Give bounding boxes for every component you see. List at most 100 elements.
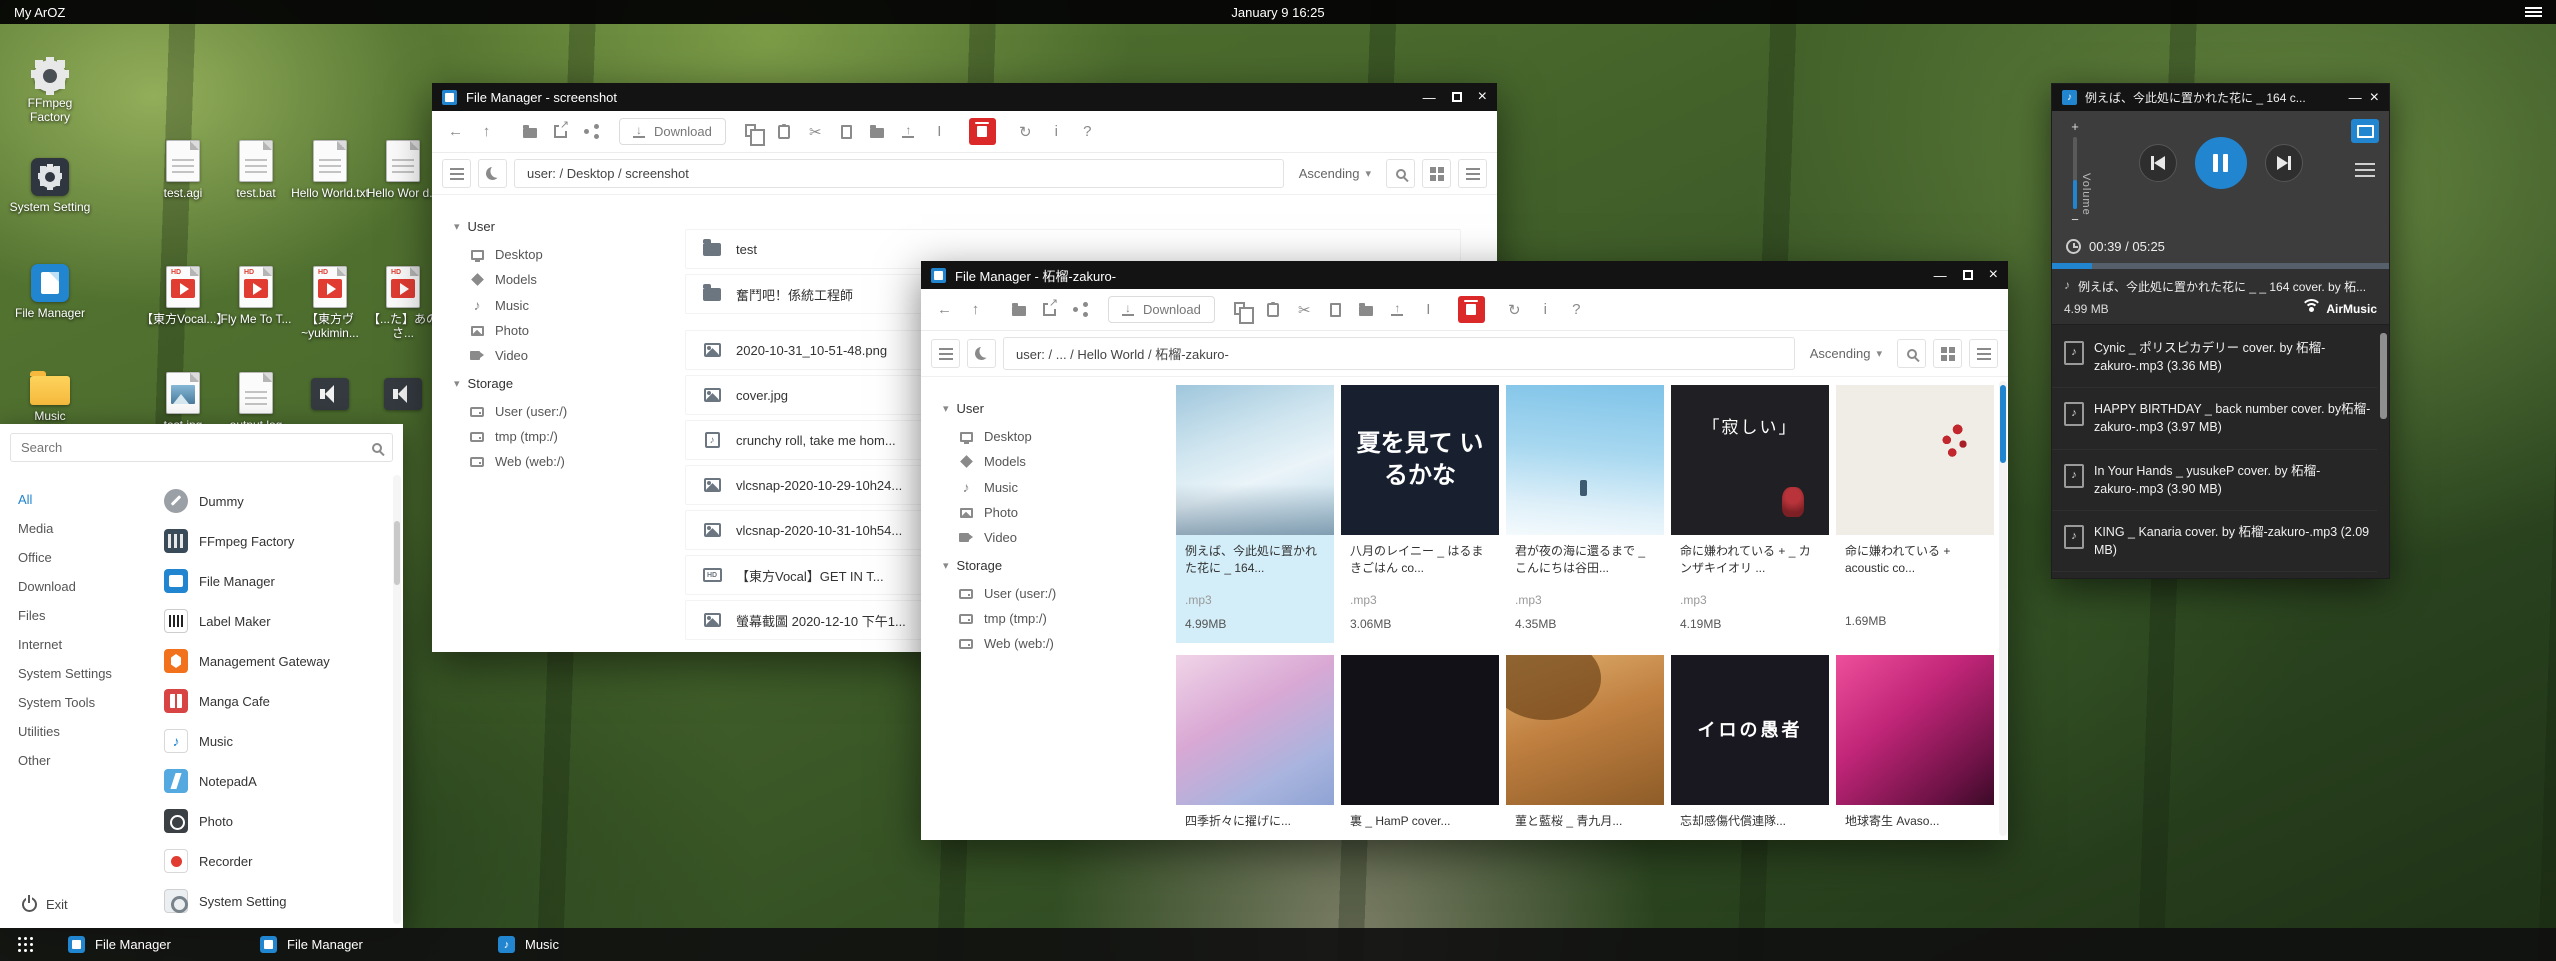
cut-button[interactable]: ✂	[802, 118, 829, 145]
share-button[interactable]	[1067, 296, 1094, 323]
sidebar-item-tmp-drive[interactable]: tmp (tmp:/)	[943, 606, 1166, 631]
category-download[interactable]: Download	[18, 572, 150, 601]
theme-toggle-button[interactable]	[478, 159, 507, 188]
download-button[interactable]: ↓ Download	[619, 118, 726, 145]
cast-button[interactable]	[2351, 119, 2379, 143]
trash-button[interactable]	[969, 118, 996, 145]
sidebar-item-tmp-drive[interactable]: tmp (tmp:/)	[454, 424, 677, 449]
close-button[interactable]: ×	[1478, 89, 1487, 105]
maximize-button[interactable]	[1963, 270, 1973, 280]
launcher-app-manga-cafe[interactable]: Manga Cafe	[156, 681, 389, 721]
menu-icon[interactable]	[2525, 5, 2542, 19]
up-button[interactable]: ↑	[473, 118, 500, 145]
volume-down-icon[interactable]: −	[2071, 212, 2079, 227]
scrollbar[interactable]	[393, 475, 401, 924]
sidebar-section-user[interactable]: ▾User	[943, 401, 1166, 416]
launcher-app-photo[interactable]: Photo	[156, 801, 389, 841]
sidebar-section-user[interactable]: ▾User	[454, 219, 677, 234]
launcher-app-music[interactable]: ♪Music	[156, 721, 389, 761]
back-button[interactable]: ←	[442, 118, 469, 145]
sidebar-item-photo[interactable]: Photo	[454, 318, 677, 343]
paste-button[interactable]	[771, 118, 798, 145]
scrollbar-thumb[interactable]	[2380, 333, 2387, 419]
taskbar-task-file-manager-2[interactable]: File Manager	[246, 928, 424, 961]
open-button[interactable]	[516, 118, 543, 145]
upload-button[interactable]: ↑	[1384, 296, 1411, 323]
desktop-file-test-bat[interactable]: test.bat	[214, 140, 298, 200]
file-tile-selected[interactable]: 例えば、今此処に置かれた花に _ 164... .mp3 4.99MB	[1176, 385, 1334, 643]
category-utilities[interactable]: Utilities	[18, 717, 150, 746]
desktop-icon-music-folder[interactable]: Music	[8, 366, 92, 423]
sidebar-section-storage[interactable]: ▾Storage	[943, 558, 1166, 573]
minimize-button[interactable]: —	[1934, 269, 1947, 282]
category-office[interactable]: Office	[18, 543, 150, 572]
upload-button[interactable]: ↑	[895, 118, 922, 145]
copy-button[interactable]	[1229, 296, 1256, 323]
info-button[interactable]: i	[1532, 296, 1559, 323]
cut-button[interactable]: ✂	[1291, 296, 1318, 323]
sidebar-item-music[interactable]: ♪Music	[454, 292, 677, 318]
file-tile[interactable]: 裏 _ HamP cover...	[1341, 655, 1499, 840]
sidebar-item-user-drive[interactable]: User (user:/)	[943, 581, 1166, 606]
desktop-icon-system-setting[interactable]: System Setting	[8, 156, 92, 214]
theme-toggle-button[interactable]	[967, 339, 996, 368]
sidebar-toggle-button[interactable]	[442, 159, 471, 188]
sidebar-item-photo[interactable]: Photo	[943, 500, 1166, 525]
new-file-button[interactable]	[833, 118, 860, 145]
file-tile[interactable]: 命に嫌われている + acoustic co... 1.69MB	[1836, 385, 1994, 643]
seek-bar[interactable]	[2052, 263, 2389, 269]
launcher-app-system-setting[interactable]: System Setting	[156, 881, 389, 921]
launcher-app-management-gateway[interactable]: Management Gateway	[156, 641, 389, 681]
refresh-button[interactable]: ↻	[1012, 118, 1039, 145]
launcher-app-recorder[interactable]: Recorder	[156, 841, 389, 881]
desktop-file-audio-1[interactable]	[288, 372, 372, 410]
open-button[interactable]	[1005, 296, 1032, 323]
sidebar-toggle-button[interactable]	[931, 339, 960, 368]
file-tile[interactable]: 菫と藍桜 _ 青九月...	[1506, 655, 1664, 840]
exit-button[interactable]: Exit	[16, 893, 74, 916]
maximize-button[interactable]	[1452, 92, 1462, 102]
window-titlebar[interactable]: File Manager - 柘榴-zakuro- — ×	[921, 261, 2008, 289]
sidebar-item-music[interactable]: ♪Music	[943, 474, 1166, 500]
app-launcher-button[interactable]	[10, 928, 40, 961]
launcher-app-file-manager[interactable]: File Manager	[156, 561, 389, 601]
file-tile[interactable]: 「寂しい」 命に嫌われている + _ カンザキイオリ ... .mp3 4.19…	[1671, 385, 1829, 643]
sidebar-item-video[interactable]: Video	[943, 525, 1166, 550]
volume-up-icon[interactable]: +	[2071, 119, 2079, 134]
desktop-file-video-2[interactable]: HD Fly Me To T...	[214, 266, 298, 326]
category-internet[interactable]: Internet	[18, 630, 150, 659]
sidebar-item-user-drive[interactable]: User (user:/)	[454, 399, 677, 424]
open-in-new-button[interactable]: ↗	[547, 118, 574, 145]
window-titlebar[interactable]: File Manager - screenshot — ×	[432, 83, 1497, 111]
list-view-button[interactable]	[1458, 159, 1487, 188]
sort-dropdown[interactable]: Ascending ▾	[1802, 346, 1890, 361]
file-tile[interactable]: 地球寄生 Avaso...	[1836, 655, 1994, 840]
rename-button[interactable]: I	[1415, 296, 1442, 323]
refresh-button[interactable]: ↻	[1501, 296, 1528, 323]
copy-button[interactable]	[740, 118, 767, 145]
category-system-settings[interactable]: System Settings	[18, 659, 150, 688]
launcher-app-dummy[interactable]: Dummy	[156, 481, 389, 521]
launcher-app-ffmpeg-factory[interactable]: FFmpeg Factory	[156, 521, 389, 561]
sidebar-item-web-drive[interactable]: Web (web:/)	[943, 631, 1166, 656]
scrollbar-thumb[interactable]	[394, 521, 400, 585]
sidebar-item-web-drive[interactable]: Web (web:/)	[454, 449, 677, 474]
taskbar-task-music[interactable]: ♪Music	[484, 928, 573, 961]
paste-button[interactable]	[1260, 296, 1287, 323]
search-button[interactable]	[1897, 339, 1926, 368]
close-button[interactable]: ×	[1989, 267, 1998, 283]
grid-view-button[interactable]	[1422, 159, 1451, 188]
playlist-item[interactable]: ♪Cynic _ ポリスピカデリー cover. by 柘榴-zakuro-.m…	[2052, 327, 2377, 388]
file-tile[interactable]: イロの愚者 忘却感傷代償連隊...	[1671, 655, 1829, 840]
desktop-icon-file-manager[interactable]: File Manager	[8, 262, 92, 320]
playlist-toggle-button[interactable]	[2355, 159, 2375, 181]
playlist-item[interactable]: ♪In Your Hands _ yusukeP cover. by 柘榴-za…	[2052, 450, 2377, 511]
category-files[interactable]: Files	[18, 601, 150, 630]
sidebar-item-video[interactable]: Video	[454, 343, 677, 368]
aroz-menu-button[interactable]: My ArOZ	[14, 5, 65, 20]
new-folder-button[interactable]	[1353, 296, 1380, 323]
grid-view-button[interactable]	[1933, 339, 1962, 368]
category-other[interactable]: Other	[18, 746, 150, 775]
sort-dropdown[interactable]: Ascending ▾	[1291, 166, 1379, 181]
desktop-file-video-3[interactable]: HD 【東方ヴ~yukimin...	[288, 266, 372, 341]
